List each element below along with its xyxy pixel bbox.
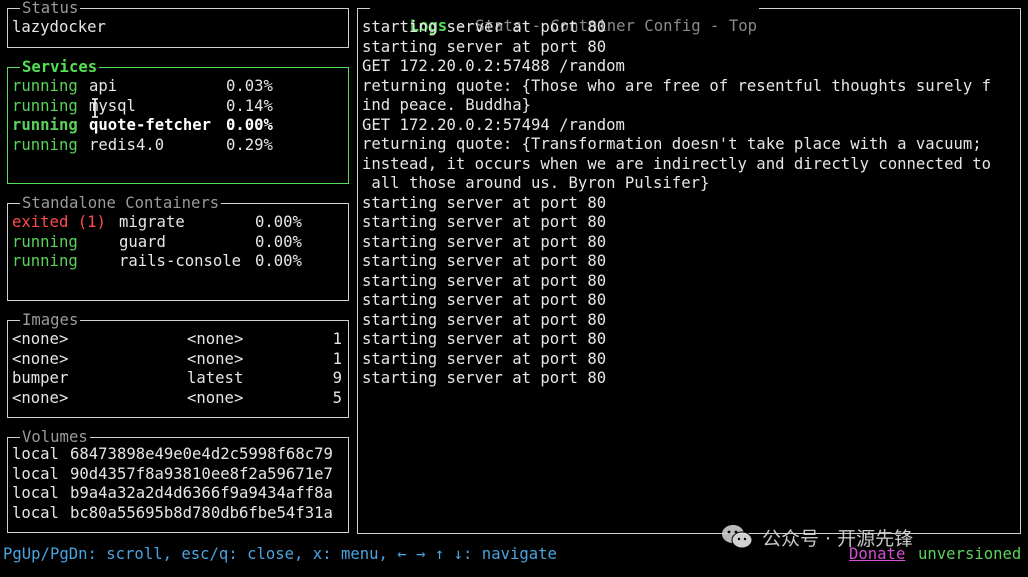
log-line: GET 172.20.0.2:57494 /random: [362, 115, 625, 134]
service-row[interactable]: running quote-fetcher 0.00%: [12, 116, 344, 136]
volume-row[interactable]: local bc80a55695b8d780db6fbe54f31a: [12, 504, 344, 524]
container-row[interactable]: exited (1) migrate 0.00%: [12, 213, 344, 233]
container-state: exited (1): [12, 213, 106, 231]
container-cpu: 0.00%: [255, 213, 302, 231]
container-row[interactable]: running guard 0.00%: [12, 233, 344, 253]
log-line: starting server at port 80: [362, 232, 607, 251]
container-name: migrate: [119, 213, 185, 231]
volume-driver: local: [12, 445, 59, 463]
log-line: starting server at port 80: [362, 193, 607, 212]
service-cpu: 0.03%: [226, 77, 273, 95]
version-label: unversioned: [918, 545, 1022, 563]
text-cursor-icon: [92, 98, 98, 118]
image-tag: <none>: [187, 330, 244, 348]
image-name: <none>: [12, 349, 69, 368]
image-row[interactable]: bumper latest 9: [12, 369, 344, 389]
volumes-panel[interactable]: Volumes local 68473898e49e0e4d2c5998f68c7…: [7, 428, 349, 533]
service-row[interactable]: running api 0.03%: [12, 77, 344, 97]
tab-separator: -: [700, 17, 729, 35]
image-tag: latest: [187, 369, 244, 387]
image-size: 1: [332, 330, 342, 348]
service-row[interactable]: running redis4.0 0.29%: [12, 136, 344, 156]
container-cpu: 0.00%: [255, 252, 302, 270]
image-size: 9: [332, 369, 342, 387]
log-line: starting server at port 80: [362, 271, 607, 290]
volume-driver: local: [12, 484, 59, 502]
volume-name: b9a4a32a2d4d6366f9a9434aff8a: [70, 484, 333, 502]
log-line: starting server at port 80: [362, 18, 607, 36]
volume-name: 68473898e49e0e4d2c5998f68c79: [70, 445, 333, 463]
status-panel[interactable]: Status lazydocker: [7, 0, 349, 48]
images-panel-title: Images: [20, 311, 81, 329]
log-line: starting server at port 80: [362, 252, 607, 270]
log-line: starting server at port 80: [362, 310, 607, 329]
image-row[interactable]: <none> <none> 1: [12, 350, 344, 370]
service-cpu: 0.00%: [226, 116, 273, 134]
service-cpu: 0.29%: [226, 135, 273, 154]
volume-row[interactable]: local 90d4357f8a93810ee8f2a59671e7: [12, 465, 344, 485]
volume-name: 90d4357f8a93810ee8f2a59671e7: [70, 464, 333, 483]
watermark-text: 公众号 · 开源先锋: [762, 527, 914, 550]
image-name: bumper: [12, 369, 69, 387]
standalone-containers-panel[interactable]: Standalone Containers exited (1) migrate 0…: [7, 194, 349, 301]
log-line: starting server at port 80: [362, 37, 607, 56]
service-state: running: [12, 77, 78, 95]
log-line: starting server at port 80: [362, 369, 607, 387]
volume-row[interactable]: local b9a4a32a2d4d6366f9a9434aff8a: [12, 484, 344, 504]
image-name: <none>: [12, 330, 69, 348]
container-name: guard: [119, 232, 166, 251]
service-state: running: [12, 96, 78, 115]
image-row[interactable]: <none> <none> 5: [12, 389, 344, 409]
container-cpu: 0.00%: [255, 232, 302, 251]
volumes-panel-title: Volumes: [20, 428, 90, 446]
image-name: <none>: [12, 388, 69, 407]
services-panel-title: Services: [20, 58, 100, 76]
log-line: GET 172.20.0.2:57488 /random: [362, 57, 625, 75]
service-name: api: [89, 77, 118, 95]
images-panel[interactable]: Images <none> <none> 1 <none> <none> 1 bumper l…: [7, 311, 349, 418]
wechat-icon: [722, 525, 753, 549]
volume-name: bc80a55695b8d780db6fbe54f31a: [70, 503, 333, 522]
log-line: instead, it occurs when we are indirectl…: [362, 154, 992, 173]
image-size: 5: [332, 388, 342, 407]
container-name: rails-console: [119, 252, 242, 270]
log-line: returning quote: {Those who are free of …: [362, 76, 992, 95]
image-tag: <none>: [187, 349, 244, 368]
tab-top[interactable]: Top: [729, 17, 757, 35]
container-state: running: [12, 252, 78, 270]
image-row[interactable]: <none> <none> 1: [12, 330, 344, 350]
container-state: running: [12, 232, 78, 251]
main-panel[interactable]: Logs - Stats - Container Config - Top st…: [357, 0, 1021, 534]
log-line: starting server at port 80: [362, 330, 607, 348]
service-state: running: [12, 135, 78, 154]
watermark: 公众号 · 开源先锋: [720, 522, 913, 552]
standalone-containers-panel-title: Standalone Containers: [20, 194, 222, 212]
image-size: 1: [332, 349, 342, 368]
services-panel[interactable]: Services running api 0.03% running mysql 0.14…: [7, 58, 349, 184]
log-line: all those around us. Byron Pulsifer}: [362, 174, 710, 192]
volume-driver: local: [12, 503, 59, 522]
volume-row[interactable]: local 68473898e49e0e4d2c5998f68c79: [12, 445, 344, 465]
keybinding-hints: PgUp/PgDn: scroll, esc/q: close, x: menu…: [3, 545, 557, 563]
log-line: returning quote: {Transformation doesn't…: [362, 135, 982, 153]
status-panel-title: Status: [20, 0, 81, 17]
service-state: running: [12, 116, 78, 134]
app-name: lazydocker: [12, 18, 106, 36]
log-line: starting server at port 80: [362, 213, 607, 231]
service-cpu: 0.14%: [226, 96, 273, 115]
service-name: redis4.0: [89, 135, 165, 154]
image-tag: <none>: [187, 388, 244, 407]
log-line: ind peace. Buddha}: [362, 96, 531, 114]
service-row[interactable]: running mysql 0.14%: [12, 97, 344, 117]
service-name: quote-fetcher: [89, 116, 212, 134]
log-line: starting server at port 80: [362, 291, 607, 309]
volume-driver: local: [12, 464, 59, 483]
container-row[interactable]: running rails-console 0.00%: [12, 252, 344, 272]
log-line: starting server at port 80: [362, 349, 607, 368]
